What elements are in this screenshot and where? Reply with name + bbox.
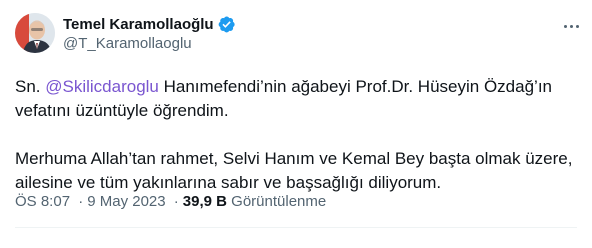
tweet-text: Sn. @Skilicdaroglu Hanımefendi’nin ağabe… — [15, 75, 580, 195]
more-options-icon[interactable] — [558, 16, 584, 36]
author-name[interactable]: Temel Karamollaoğlu — [63, 16, 214, 33]
meta-separator: · — [78, 193, 84, 210]
tweet-paragraph-1: Sn. @Skilicdaroglu Hanımefendi’nin ağabe… — [15, 75, 580, 123]
avatar[interactable] — [15, 13, 55, 53]
author-block: Temel Karamollaoğlu @T_Karamollaoglu — [63, 14, 236, 52]
tweet-paragraph-2: Merhuma Allah’tan rahmet, Selvi Hanım ve… — [15, 149, 573, 192]
views-label: Görüntülenme — [231, 193, 327, 210]
tweet-date[interactable]: 9 May 2023 — [87, 193, 165, 210]
mention-link[interactable]: @Skilicdaroglu — [45, 77, 159, 96]
views-count: 39,9 B — [182, 193, 227, 210]
tweet-card: Temel Karamollaoğlu @T_Karamollaoglu Sn.… — [0, 0, 592, 248]
avatar-image — [15, 13, 55, 53]
divider — [15, 227, 577, 228]
author-handle[interactable]: @T_Karamollaoglu — [63, 35, 236, 52]
tweet-time[interactable]: ÖS 8:07 — [15, 193, 70, 210]
author-name-row: Temel Karamollaoğlu — [63, 14, 236, 34]
meta-separator-2: · — [173, 193, 179, 210]
tweet-meta: ÖS 8:07 · 9 May 2023 · 39,9 B Görüntülenme — [15, 193, 326, 210]
tweet-text-prefix: Sn. — [15, 77, 46, 96]
verified-badge-icon[interactable] — [217, 15, 236, 34]
